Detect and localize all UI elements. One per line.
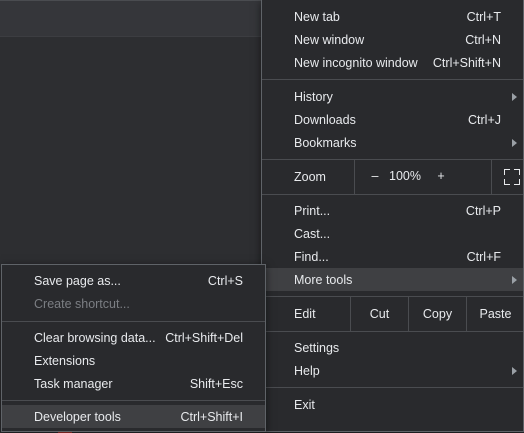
menu-item-label: Help [294, 363, 320, 378]
menu-item-history[interactable]: History [262, 85, 523, 108]
menu-item-label: Create shortcut... [34, 296, 130, 311]
menu-item-extensions[interactable]: Extensions [2, 349, 265, 372]
menu-item-more-tools[interactable]: More tools [262, 268, 523, 291]
menu-item-find[interactable]: Find... Ctrl+F [262, 245, 523, 268]
menu-separator [262, 331, 523, 332]
menu-item-new-window[interactable]: New window Ctrl+N [262, 28, 523, 51]
menu-item-create-shortcut: Create shortcut... [2, 292, 265, 315]
menu-item-label: Settings [294, 340, 340, 355]
menu-item-task-manager[interactable]: Task manager Shift+Esc [2, 372, 265, 395]
zoom-label: Zoom [294, 170, 326, 184]
menu-item-label: Bookmarks [294, 135, 357, 150]
menu-item-label: More tools [294, 272, 353, 287]
menu-item-label: Find... [294, 249, 329, 264]
menu-item-shortcut: Ctrl+J [468, 112, 501, 127]
menu-item-clear-browsing-data[interactable]: Clear browsing data... Ctrl+Shift+Del [2, 326, 265, 349]
menu-item-developer-tools[interactable]: Developer tools Ctrl+Shift+I [2, 405, 265, 428]
menu-item-label: Downloads [294, 112, 356, 127]
menu-item-shortcut: Ctrl+Shift+Del [165, 330, 243, 345]
menu-item-label: Exit [294, 397, 315, 412]
zoom-controls: – 100% + [354, 160, 524, 194]
menu-item-label: Developer tools [34, 409, 121, 424]
submenu-arrow-icon [512, 366, 517, 375]
chrome-main-menu: New tab Ctrl+T New window Ctrl+N New inc… [261, 0, 524, 432]
cut-button[interactable]: Cut [350, 297, 408, 331]
menu-item-label: Extensions [34, 353, 96, 368]
menu-item-shortcut: Ctrl+S [207, 273, 243, 288]
menu-separator [2, 321, 265, 322]
menu-item-new-incognito-window[interactable]: New incognito window Ctrl+Shift+N [262, 51, 523, 74]
menu-separator [262, 387, 523, 388]
copy-button[interactable]: Copy [408, 297, 466, 331]
menu-item-label: New window [294, 32, 365, 47]
menu-item-label: History [294, 89, 333, 104]
fullscreen-icon [504, 169, 520, 185]
menu-separator [262, 194, 523, 195]
menu-item-help[interactable]: Help [262, 359, 523, 382]
menu-separator [262, 79, 523, 80]
edit-row: Edit Cut Copy Paste [262, 297, 523, 331]
menu-item-new-tab[interactable]: New tab Ctrl+T [262, 5, 523, 28]
menu-item-shortcut: Ctrl+P [465, 203, 501, 218]
menu-item-shortcut: Ctrl+Shift+N [432, 55, 501, 70]
menu-item-label: Clear browsing data... [34, 330, 156, 345]
menu-item-shortcut: Ctrl+T [466, 9, 501, 24]
menu-item-label: Print... [294, 203, 331, 218]
menu-item-shortcut: Ctrl+N [465, 32, 501, 47]
submenu-arrow-icon [512, 275, 517, 284]
menu-item-shortcut: Ctrl+F [466, 249, 501, 264]
fullscreen-button[interactable] [491, 160, 524, 194]
zoom-out-button[interactable]: – [369, 169, 381, 183]
menu-item-print[interactable]: Print... Ctrl+P [262, 199, 523, 222]
zoom-level: 100% [389, 169, 421, 183]
menu-item-label: New incognito window [294, 55, 418, 70]
submenu-arrow-icon [512, 92, 517, 101]
paste-button[interactable]: Paste [466, 297, 524, 331]
menu-item-label: Save page as... [34, 273, 121, 288]
menu-item-settings[interactable]: Settings [262, 336, 523, 359]
more-tools-submenu: Save page as... Ctrl+S Create shortcut..… [1, 264, 266, 432]
zoom-in-button[interactable]: + [435, 169, 447, 183]
menu-item-bookmarks[interactable]: Bookmarks [262, 131, 523, 154]
menu-item-label: New tab [294, 9, 340, 24]
menu-item-downloads[interactable]: Downloads Ctrl+J [262, 108, 523, 131]
menu-item-exit[interactable]: Exit [262, 393, 523, 416]
menu-item-shortcut: Ctrl+Shift+I [180, 409, 243, 424]
menu-item-cast[interactable]: Cast... [262, 222, 523, 245]
submenu-arrow-icon [512, 138, 517, 147]
menu-separator [2, 400, 265, 401]
menu-item-shortcut: Shift+Esc [189, 376, 243, 391]
zoom-row: Zoom – 100% + [262, 160, 523, 194]
menu-item-label: Task manager [34, 376, 113, 391]
menu-item-label: Cast... [294, 226, 331, 241]
menu-item-save-page-as[interactable]: Save page as... Ctrl+S [2, 269, 265, 292]
edit-label: Edit [294, 307, 316, 321]
